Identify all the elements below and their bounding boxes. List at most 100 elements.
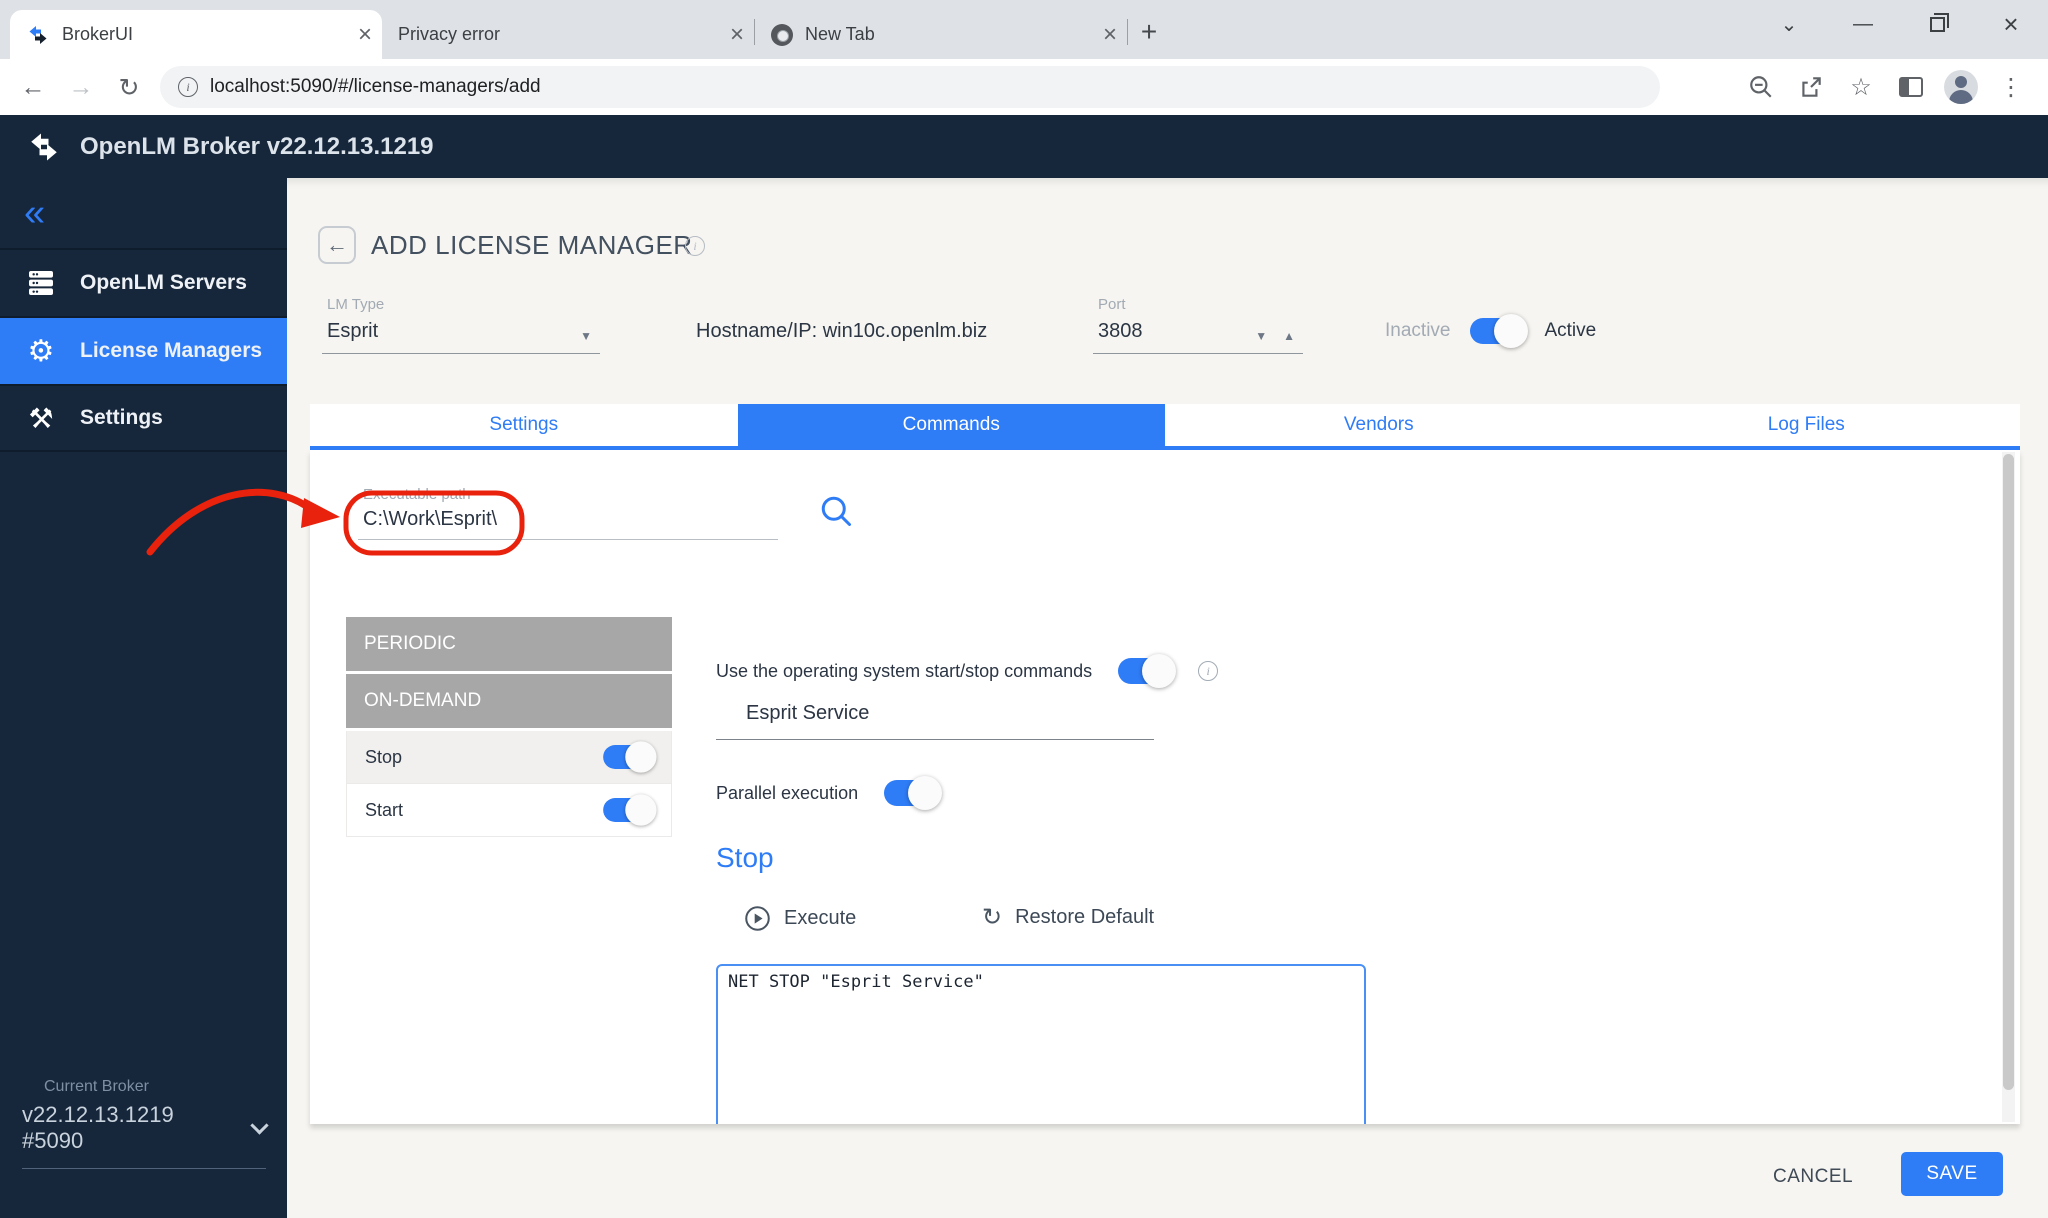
site-info-icon[interactable]: i (178, 77, 198, 97)
minimize-icon[interactable]: — (1826, 0, 1900, 48)
sidebar-item-license-managers[interactable]: ⚙ License Managers (0, 316, 287, 384)
hostname-text: Hostname/IP: win10c.openlm.biz (696, 320, 987, 343)
tab-close-icon[interactable]: × (358, 23, 372, 47)
restore-default-label: Restore Default (1015, 906, 1154, 929)
sidebar-collapse-icon[interactable]: « (0, 178, 287, 248)
app-title: OpenLM Broker v22.12.13.1219 (80, 133, 434, 161)
restore-icon[interactable] (1900, 0, 1974, 48)
browser-menu-icon[interactable]: ⋮ (1990, 66, 2032, 108)
tab-close-icon[interactable]: × (730, 23, 744, 47)
executable-path-value[interactable]: C:\Work\Esprit\ (363, 508, 497, 531)
browser-tab-brokerui[interactable]: BrokerUI × (10, 10, 382, 59)
lm-type-field[interactable]: LM Type Esprit ▼ (322, 296, 600, 354)
browser-tab-privacy-error[interactable]: Privacy error × (382, 10, 754, 59)
close-icon[interactable]: × (1974, 0, 2048, 48)
sidebar-item-label: License Managers (80, 339, 262, 363)
browser-tab-new-tab[interactable]: New Tab × (755, 10, 1127, 59)
refresh-icon: ↻ (982, 905, 1002, 929)
command-row-start[interactable]: Start (346, 784, 672, 837)
port-decrement-icon[interactable]: ▼ (1255, 329, 1267, 343)
service-name-input[interactable]: Esprit Service (746, 702, 869, 725)
os-commands-info-icon[interactable]: i (1198, 661, 1218, 681)
url-text: localhost:5090/#/license-managers/add (210, 76, 541, 98)
forward-icon[interactable]: → (64, 73, 98, 102)
sidebar-item-openlm-servers[interactable]: OpenLM Servers (0, 248, 287, 316)
commands-panel: Executable path C:\Work\Esprit\ PERIODIC… (310, 450, 2020, 1124)
section-periodic[interactable]: PERIODIC (346, 617, 672, 671)
current-broker-label: Current Broker (44, 1078, 266, 1096)
browser-tab-strip: BrokerUI × Privacy error × New Tab × + ⌄… (0, 0, 2048, 59)
chrome-favicon (771, 24, 793, 46)
sidebar-item-settings[interactable]: ⚒ Settings (0, 384, 287, 452)
openlm-logo (26, 129, 62, 165)
page-title: ADD LICENSE MANAGER (371, 230, 693, 261)
tab-vendors[interactable]: Vendors (1165, 404, 1593, 446)
address-bar[interactable]: i localhost:5090/#/license-managers/add (160, 66, 1660, 108)
back-button[interactable]: ← (318, 226, 356, 264)
row-label: Start (365, 800, 403, 821)
tab-search-chevron-icon[interactable]: ⌄ (1752, 0, 1826, 48)
start-enabled-toggle[interactable] (603, 798, 653, 822)
service-name-underline (716, 739, 1154, 740)
panel-scrollbar[interactable] (2002, 452, 2015, 1122)
os-commands-row: Use the operating system start/stop comm… (716, 658, 1218, 684)
window-controls: ⌄ — × (1752, 0, 2048, 48)
port-label: Port (1098, 296, 1303, 313)
current-broker: Current Broker v22.12.13.1219 #5090 (22, 1078, 266, 1169)
tools-icon: ⚒ (22, 402, 60, 435)
tab-settings[interactable]: Settings (310, 404, 738, 446)
port-value: 3808 (1098, 320, 1143, 343)
tab-close-icon[interactable]: × (1103, 23, 1117, 47)
profile-avatar[interactable] (1940, 66, 1982, 108)
tab-commands[interactable]: Commands (738, 404, 1166, 446)
zoom-out-icon[interactable] (1740, 66, 1782, 108)
stop-command-textarea[interactable]: NET STOP "Esprit Service" (716, 964, 1366, 1124)
gear-icon: ⚙ (22, 334, 60, 369)
sidebar: « OpenLM Servers ⚙ License Managers ⚒ Se… (0, 178, 287, 1218)
os-commands-toggle[interactable] (1118, 658, 1172, 684)
stop-section-heading: Stop (716, 842, 774, 874)
restore-default-button[interactable]: ↻ Restore Default (982, 905, 1154, 929)
new-tab-button[interactable]: + (1128, 11, 1170, 53)
tab-log-files[interactable]: Log Files (1593, 404, 2021, 446)
port-field[interactable]: Port 3808 ▼ ▲ (1093, 296, 1303, 354)
section-on-demand[interactable]: ON-DEMAND (346, 674, 672, 728)
parallel-execution-row: Parallel execution (716, 780, 938, 806)
dropdown-caret-icon[interactable]: ▼ (580, 329, 592, 343)
os-commands-label: Use the operating system start/stop comm… (716, 661, 1092, 682)
stop-enabled-toggle[interactable] (603, 745, 653, 769)
lm-type-value: Esprit (327, 320, 378, 343)
command-row-stop[interactable]: Stop (346, 731, 672, 784)
app-header: OpenLM Broker v22.12.13.1219 (0, 115, 2048, 178)
side-panel-icon[interactable] (1890, 66, 1932, 108)
parallel-execution-toggle[interactable] (884, 780, 938, 806)
openlm-favicon (26, 23, 50, 47)
back-icon[interactable]: ← (16, 73, 50, 102)
toolbar-icons: ☆ ⋮ (1740, 66, 2032, 108)
scrollbar-thumb[interactable] (2003, 454, 2014, 1090)
reload-icon[interactable]: ↻ (112, 73, 146, 102)
save-button[interactable]: SAVE (1901, 1152, 2003, 1196)
current-broker-selector[interactable]: v22.12.13.1219 #5090 (22, 1102, 266, 1169)
current-broker-value: v22.12.13.1219 #5090 (22, 1102, 237, 1154)
servers-icon (22, 267, 60, 299)
row-label: Stop (365, 747, 402, 768)
share-icon[interactable] (1790, 66, 1832, 108)
port-increment-icon[interactable]: ▲ (1283, 329, 1295, 343)
search-icon[interactable] (818, 493, 854, 534)
inactive-label: Inactive (1385, 320, 1450, 342)
bookmark-star-icon[interactable]: ☆ (1840, 66, 1882, 108)
tab-title: New Tab (805, 24, 875, 45)
play-circle-icon (744, 905, 771, 932)
executable-path-label: Executable path (363, 486, 471, 503)
cancel-button[interactable]: CANCEL (1757, 1158, 1869, 1196)
execute-label: Execute (784, 907, 856, 930)
execute-button[interactable]: Execute (744, 905, 856, 932)
active-toggle[interactable] (1470, 318, 1524, 344)
schedule-list: PERIODIC ON-DEMAND Stop Start (346, 617, 672, 837)
page-info-icon[interactable]: i (685, 236, 705, 256)
screen: BrokerUI × Privacy error × New Tab × + ⌄… (0, 0, 2048, 1218)
sidebar-item-label: Settings (80, 406, 163, 430)
chevron-down-icon (250, 1116, 268, 1134)
tab-title: Privacy error (398, 24, 500, 45)
